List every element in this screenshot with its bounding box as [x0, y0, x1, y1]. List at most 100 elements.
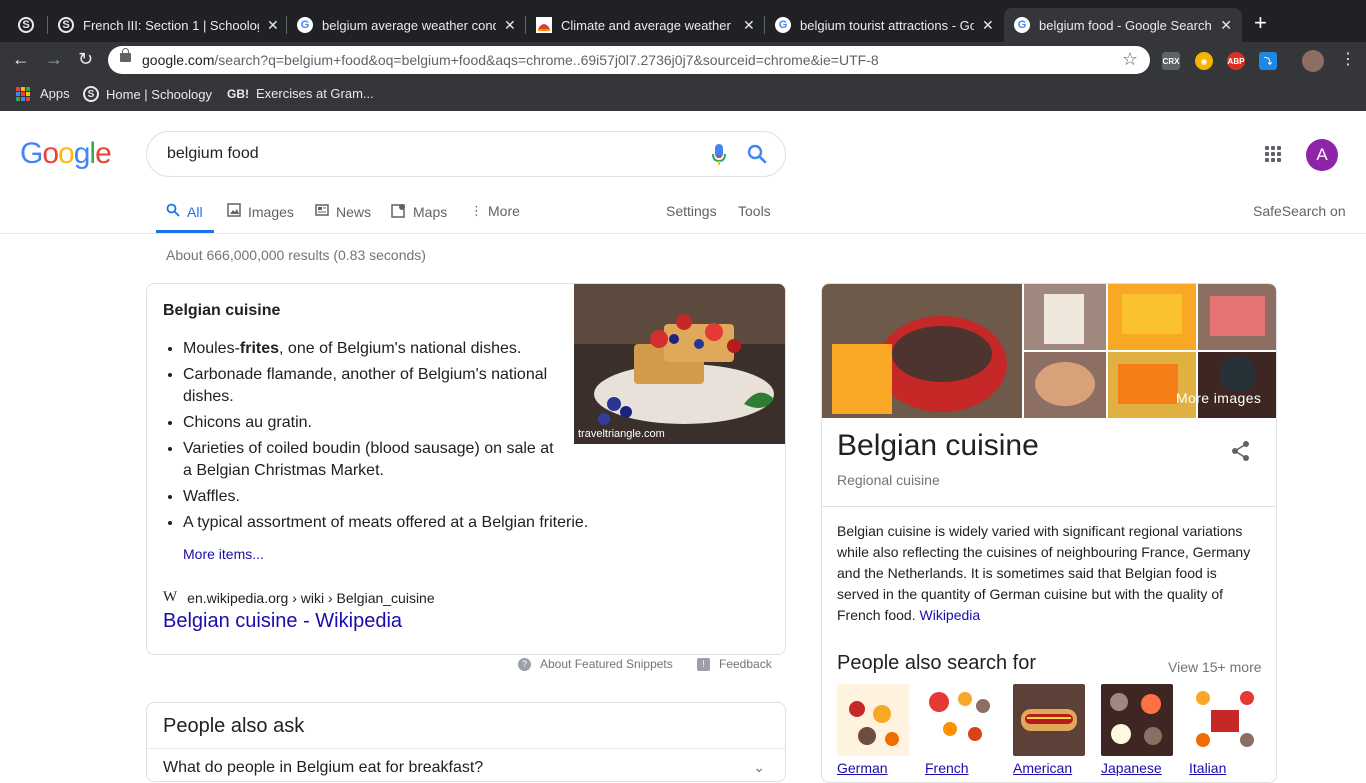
related-item[interactable]: Italian	[1189, 684, 1261, 776]
tools-link[interactable]: Tools	[738, 203, 771, 219]
paa-question[interactable]: What do people in Belgium eat for breakf…	[163, 759, 483, 777]
more-vert-icon: ⋮	[470, 203, 483, 218]
related-thumbnail	[925, 684, 997, 756]
schoology-icon: S	[83, 86, 99, 102]
reload-icon[interactable]: ↻	[78, 49, 93, 70]
google-icon: G	[775, 17, 791, 33]
tab-all[interactable]: All	[166, 203, 203, 220]
more-images-link[interactable]: More images	[1176, 390, 1261, 406]
related-item[interactable]: German	[837, 684, 909, 776]
tab-belgium-attractions[interactable]: G belgium tourist attractions - Go ✕	[765, 8, 1004, 42]
tab-belgium-food[interactable]: G belgium food - Google Search ✕	[1004, 8, 1242, 42]
search-query: belgium food	[167, 145, 259, 162]
list-item: Carbonade flamande, another of Belgium's…	[183, 364, 563, 408]
snippet-image[interactable]: traveltriangle.com	[574, 284, 785, 444]
related-thumbnail	[1013, 684, 1085, 756]
bookmark-schoology[interactable]: S Home | Schoology	[83, 86, 212, 102]
bookmark-star-icon[interactable]: ☆	[1122, 49, 1138, 70]
search-input[interactable]: belgium food	[146, 131, 786, 177]
back-arrow-icon[interactable]: ←	[12, 49, 30, 70]
close-icon[interactable]: ✕	[743, 17, 755, 34]
map-icon	[391, 203, 406, 221]
feedback-icon: !	[697, 657, 710, 671]
snippet-heading: Belgian cuisine	[163, 302, 281, 319]
address-url: google.com/search?q=belgium+food&oq=belg…	[142, 52, 879, 68]
list-item: Varieties of coiled boudin (blood sausag…	[183, 438, 563, 482]
featured-snippet: Belgian cuisine Moules-frites, one of Be…	[146, 283, 786, 655]
knowledge-panel: More images Belgian cuisine Regional cui…	[821, 283, 1277, 783]
divider	[822, 506, 1276, 507]
apps-grid-icon	[16, 86, 30, 101]
people-also-ask: People also ask What do people in Belgiu…	[146, 702, 786, 782]
related-searches: German French American Japanese Italian	[837, 684, 1276, 776]
search-icon[interactable]	[747, 144, 767, 169]
menu-kebab-icon[interactable]: ⋮	[1340, 49, 1356, 69]
browser-toolbar: ← → ↻ google.com/search?q=belgium+food&o…	[0, 42, 1366, 78]
close-icon[interactable]: ✕	[504, 17, 516, 34]
knowledge-panel-description: Belgian cuisine is widely varied with si…	[837, 523, 1251, 623]
share-icon[interactable]	[1230, 440, 1252, 467]
tab-title: belgium average weather cond	[322, 17, 496, 33]
related-item[interactable]: Japanese	[1101, 684, 1173, 776]
bookmark-apps[interactable]: Apps	[16, 86, 70, 101]
related-item[interactable]: French	[925, 684, 997, 776]
schoology-icon: S	[18, 17, 34, 33]
settings-link[interactable]: Settings	[666, 203, 717, 219]
profile-avatar-icon[interactable]	[1302, 50, 1324, 72]
google-icon: G	[1014, 17, 1030, 33]
knowledge-panel-subtitle: Regional cuisine	[837, 472, 940, 488]
safesearch-label[interactable]: SafeSearch on	[1253, 203, 1346, 219]
crx-extension-icon[interactable]: CRX	[1162, 52, 1180, 70]
related-item[interactable]: American	[1013, 684, 1085, 776]
related-thumbnail	[1189, 684, 1261, 756]
extension-icon[interactable]: ⤵	[1259, 52, 1277, 70]
more-items-link[interactable]: More items...	[183, 546, 264, 562]
bookmark-grammar-exercises[interactable]: GB! Exercises at Gram...	[227, 86, 374, 101]
wikipedia-link[interactable]: Wikipedia	[920, 607, 981, 623]
image-source-caption: traveltriangle.com	[578, 428, 665, 440]
tab-climate[interactable]: Climate and average weather in ✕	[526, 8, 765, 42]
google-logo[interactable]: Google	[20, 137, 112, 171]
tab-images[interactable]: Images	[227, 203, 294, 220]
tab-belgium-weather[interactable]: G belgium average weather cond ✕	[287, 8, 526, 42]
adblock-extension-icon[interactable]: ABP	[1227, 52, 1245, 70]
wikipedia-icon: W	[163, 589, 178, 605]
microphone-icon[interactable]	[712, 144, 726, 165]
address-bar[interactable]: google.com/search?q=belgium+food&oq=belg…	[108, 46, 1150, 74]
tab-maps[interactable]: Maps	[391, 203, 447, 221]
browser-tab-strip: S S French III: Section 1 | Schoolog ✕ G…	[0, 0, 1366, 46]
knowledge-panel-images[interactable]: More images	[822, 284, 1276, 418]
list-item: Moules-frites, one of Belgium's national…	[183, 338, 633, 360]
google-apps-icon[interactable]	[1265, 146, 1281, 162]
knowledge-panel-title: Belgian cuisine	[837, 429, 1039, 462]
account-avatar[interactable]: A	[1306, 139, 1338, 171]
about-featured-snippets[interactable]: ? About Featured Snippets	[518, 657, 673, 671]
view-more-link[interactable]: View 15+ more	[1168, 659, 1262, 675]
tab-news[interactable]: News	[315, 203, 371, 220]
paa-heading: People also ask	[163, 715, 305, 737]
weather-icon	[536, 17, 552, 33]
grammar-bank-icon: GB!	[227, 86, 249, 101]
tab-french-schoology[interactable]: S French III: Section 1 | Schoolog ✕	[48, 8, 289, 42]
news-icon	[315, 203, 329, 220]
help-icon: ?	[518, 657, 531, 671]
result-stats: About 666,000,000 results (0.83 seconds)	[166, 247, 426, 263]
list-item: Waffles.	[183, 486, 633, 508]
snippet-source[interactable]: W en.wikipedia.org › wiki › Belgian_cuis…	[163, 589, 435, 606]
tab-title: Climate and average weather in	[561, 17, 735, 33]
close-icon[interactable]: ✕	[1220, 17, 1232, 34]
feedback-link[interactable]: ! Feedback	[697, 657, 772, 671]
list-item: A typical assortment of meats offered at…	[183, 512, 643, 534]
snippet-title-link[interactable]: Belgian cuisine - Wikipedia	[163, 610, 402, 633]
new-tab-button[interactable]: +	[1254, 12, 1267, 34]
snippet-list: Moules-frites, one of Belgium's national…	[183, 338, 633, 538]
search-icon	[166, 203, 180, 220]
owl-extension-icon[interactable]: ◉	[1195, 52, 1213, 70]
forward-arrow-icon[interactable]: →	[45, 49, 63, 70]
related-thumbnail	[1101, 684, 1173, 756]
divider	[147, 748, 785, 749]
tab-more[interactable]: ⋮ More	[470, 203, 520, 219]
tab-title: belgium tourist attractions - Go	[800, 17, 974, 33]
close-icon[interactable]: ✕	[267, 17, 279, 34]
close-icon[interactable]: ✕	[982, 17, 994, 34]
